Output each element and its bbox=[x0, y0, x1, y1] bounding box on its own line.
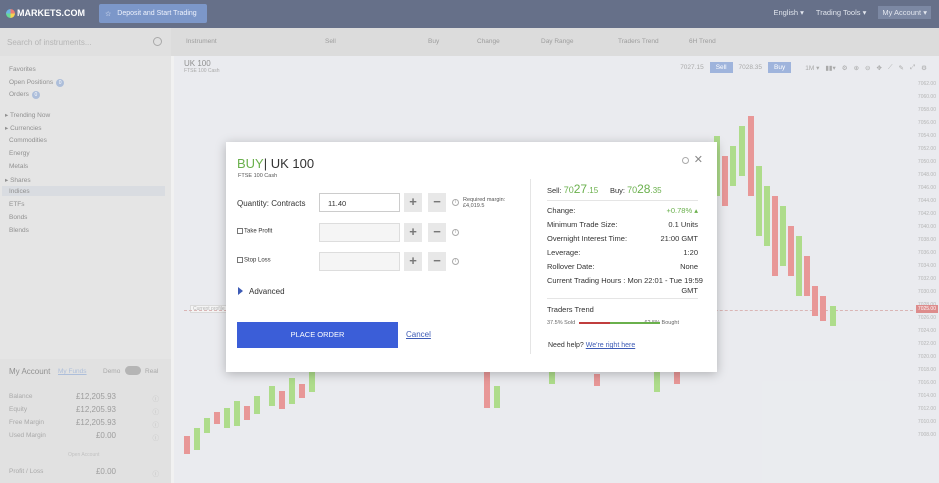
detail-label: Rollover Date: bbox=[547, 262, 595, 271]
detail-label: Change: bbox=[547, 206, 576, 215]
sell-quote-label: Sell: bbox=[547, 186, 562, 195]
detail-value: None bbox=[680, 262, 698, 271]
buy-price-pips: 28 bbox=[637, 182, 651, 196]
sell-price-fraction: .15 bbox=[587, 186, 599, 195]
quantity-input[interactable]: 11.40 bbox=[319, 193, 400, 212]
cancel-link[interactable]: Cancel bbox=[406, 330, 431, 339]
required-margin-value: £4,019.5 bbox=[463, 203, 485, 209]
close-icon[interactable]: ✕ bbox=[694, 153, 703, 166]
dialog-instrument: | UK 100 bbox=[263, 156, 315, 171]
buy-quote-price: 7028.35 bbox=[627, 182, 662, 196]
stop-loss-increase-button[interactable]: + bbox=[404, 252, 422, 271]
settings-icon[interactable] bbox=[682, 157, 689, 164]
detail-label: Overnight Interest Time: bbox=[547, 234, 628, 243]
buy-quote: Buy: 7028.35 bbox=[610, 182, 662, 196]
place-order-button[interactable]: PLACE ORDER bbox=[237, 322, 398, 348]
detail-value: 21:00 GMT bbox=[660, 234, 698, 243]
stop-loss-decrease-button[interactable]: − bbox=[428, 252, 446, 271]
trading-hours-timezone: GMT bbox=[681, 286, 698, 295]
trading-hours: Current Trading Hours : Mon 22:01 - Tue … bbox=[547, 276, 703, 285]
traders-trend-title: Traders Trend bbox=[547, 305, 594, 314]
take-profit-label: Take Profit bbox=[244, 228, 273, 235]
quantity-label: Quantity: Contracts bbox=[237, 199, 306, 208]
caret-right-icon bbox=[238, 287, 243, 295]
hours-divider bbox=[547, 298, 698, 299]
quantity-decrease-button[interactable]: − bbox=[428, 193, 446, 212]
buy-price-lead: 70 bbox=[627, 185, 638, 195]
sold-percent: 37.5% Sold bbox=[547, 320, 576, 326]
dialog-subtitle: FTSE 100 Cash bbox=[238, 173, 278, 179]
take-profit-decrease-button[interactable]: − bbox=[428, 223, 446, 242]
dialog-title: BUY| UK 100 bbox=[237, 156, 314, 171]
sell-quote: Sell: 7027.15 bbox=[547, 182, 598, 196]
help-link[interactable]: We're right here bbox=[586, 342, 635, 349]
take-profit-increase-button[interactable]: + bbox=[404, 223, 422, 242]
help-label: Need help? bbox=[548, 342, 584, 349]
detail-value: 0.1 Units bbox=[668, 220, 698, 229]
stop-loss-input[interactable] bbox=[319, 252, 400, 271]
buy-order-dialog: BUY| UK 100 FTSE 100 Cash ✕ Quantity: Co… bbox=[226, 142, 717, 372]
take-profit-checkbox[interactable]: Take Profit bbox=[237, 228, 272, 235]
traders-trend-bar bbox=[579, 322, 660, 324]
detail-value: +0.78% ▴ bbox=[666, 206, 699, 215]
sell-quote-price: 7027.15 bbox=[563, 182, 599, 196]
take-profit-input[interactable] bbox=[319, 223, 400, 242]
stop-loss-label: Stop Loss bbox=[244, 257, 271, 264]
sell-price-pips: 27 bbox=[573, 182, 588, 196]
stop-loss-checkbox[interactable]: Stop Loss bbox=[237, 257, 271, 264]
advanced-label: Advanced bbox=[249, 287, 285, 296]
buy-price-fraction: .35 bbox=[650, 186, 662, 195]
quantity-increase-button[interactable]: + bbox=[404, 193, 422, 212]
quote-divider bbox=[547, 200, 698, 201]
detail-value: 1:20 bbox=[683, 248, 698, 257]
take-profit-info-icon[interactable]: i bbox=[452, 229, 459, 236]
help-row: Need help? We're right here bbox=[548, 342, 635, 349]
bought-fill bbox=[610, 322, 660, 324]
stop-loss-check-icon[interactable] bbox=[237, 257, 243, 263]
advanced-toggle[interactable]: Advanced bbox=[238, 287, 285, 296]
detail-label: Leverage: bbox=[547, 248, 581, 257]
buy-quote-label: Buy: bbox=[610, 186, 626, 195]
take-profit-check-icon[interactable] bbox=[237, 228, 243, 234]
dialog-divider bbox=[530, 179, 531, 354]
quantity-info-icon[interactable]: i bbox=[452, 199, 459, 206]
sell-price-lead: 70 bbox=[563, 185, 574, 195]
stop-loss-info-icon[interactable]: i bbox=[452, 258, 459, 265]
dialog-action: BUY bbox=[237, 156, 264, 171]
required-margin: Required margin: £4,019.5 bbox=[463, 197, 505, 209]
detail-label: Minimum Trade Size: bbox=[547, 220, 618, 229]
